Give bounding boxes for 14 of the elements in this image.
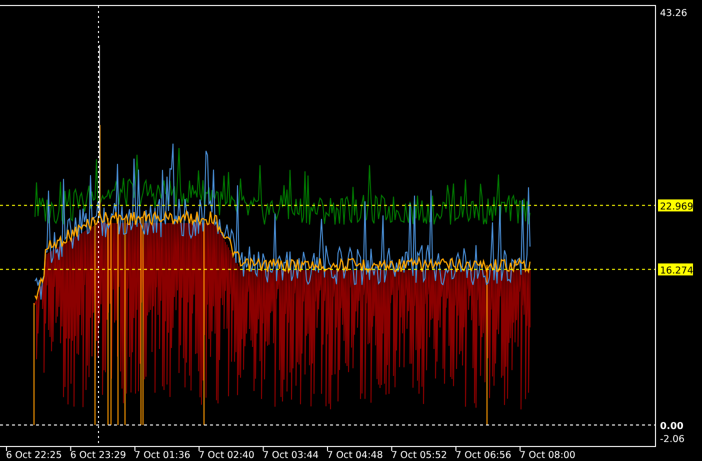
time-axis-label: 7 Oct 01:36 [134, 450, 190, 461]
price-level-badge: 22.969 [658, 199, 694, 212]
time-axis-label: 7 Oct 03:44 [262, 450, 319, 461]
price-axis-label: 43.26 [660, 8, 688, 19]
time-axis-label: 7 Oct 08:00 [520, 450, 576, 461]
time-axis-label: 7 Oct 02:40 [198, 450, 254, 461]
time-axis-label: 7 Oct 05:52 [391, 450, 448, 461]
time-axis-label: 7 Oct 06:56 [455, 450, 512, 461]
price-axis-label: -2.06 [660, 434, 685, 445]
time-axis-label: 7 Oct 04:48 [327, 450, 383, 461]
time-axis-label: 6 Oct 23:29 [70, 450, 126, 461]
price-axis-label: 0.00 [660, 421, 684, 432]
price-level-badge: 16.274 [658, 263, 694, 276]
time-axis-label: 6 Oct 22:25 [6, 450, 62, 461]
